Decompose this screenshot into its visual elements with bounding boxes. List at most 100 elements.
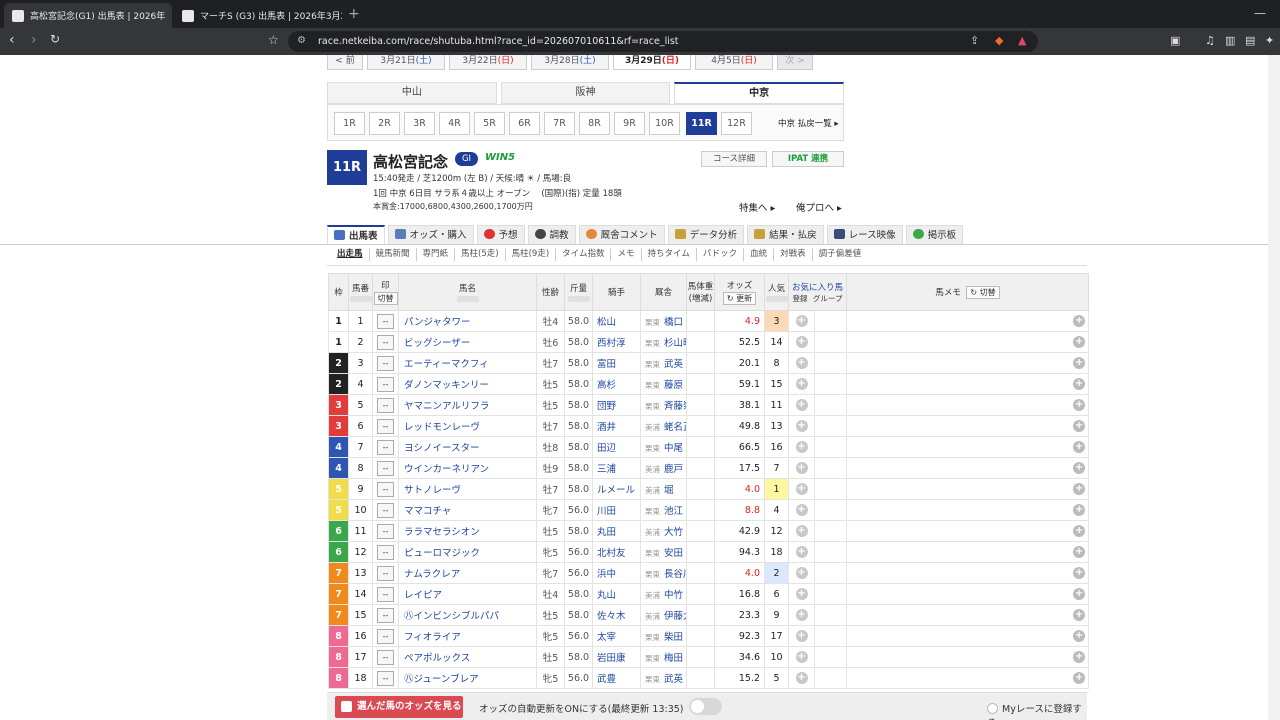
add-memo-icon[interactable]: + xyxy=(1073,399,1086,411)
mark-select[interactable]: -- xyxy=(377,439,394,455)
jockey-link[interactable]: 三浦 xyxy=(592,457,641,479)
mark-select[interactable]: -- xyxy=(377,586,394,602)
jockey-link[interactable]: 川田 xyxy=(592,499,641,521)
trainer-link[interactable]: 武英 xyxy=(664,674,683,685)
horse-name-link[interactable]: ヤマニンアルリフラ xyxy=(398,394,537,416)
horse-name-link[interactable]: ピューロマジック xyxy=(398,541,537,563)
music-icon[interactable]: ♫ xyxy=(1205,34,1215,47)
tab-data-analysis[interactable]: データ分析 xyxy=(667,225,745,245)
subtab-past5[interactable]: 馬柱(5走) xyxy=(455,248,506,261)
sort-icon[interactable] xyxy=(567,296,590,302)
leo-ai-icon[interactable]: ✦ xyxy=(1265,34,1274,47)
add-memo-icon[interactable]: + xyxy=(1073,483,1086,495)
venue-tab-nakayama[interactable]: 中山 xyxy=(327,82,497,104)
mark-select[interactable]: -- xyxy=(377,628,394,644)
jockey-link[interactable]: 富田 xyxy=(592,352,641,374)
horse-name-link[interactable]: レッドモンレーヴ xyxy=(398,415,537,437)
address-bar[interactable]: ⚙ race.netkeiba.com/race/shutuba.html?ra… xyxy=(288,31,1038,52)
mark-select[interactable]: -- xyxy=(377,418,394,434)
mark-select[interactable]: -- xyxy=(377,607,394,623)
jockey-link[interactable]: ルメール xyxy=(592,478,641,500)
horse-name-link[interactable]: ナムラクレア xyxy=(398,562,537,584)
add-favorite-icon[interactable]: + xyxy=(795,672,808,684)
jockey-link[interactable]: 団野 xyxy=(592,394,641,416)
header-weight[interactable]: 斤量 xyxy=(564,273,593,311)
mark-select[interactable]: -- xyxy=(377,565,394,581)
add-favorite-icon[interactable]: + xyxy=(795,588,808,600)
sort-icon[interactable] xyxy=(456,296,479,302)
horse-name-link[interactable]: ヨシノイースター xyxy=(398,436,537,458)
add-memo-icon[interactable]: + xyxy=(1073,336,1086,348)
add-memo-icon[interactable]: + xyxy=(1073,378,1086,390)
trainer-link[interactable]: 堀 xyxy=(664,485,674,496)
wallet-icon[interactable]: ▤ xyxy=(1245,34,1255,47)
mark-switch-button[interactable]: 切替 xyxy=(373,292,398,305)
trainer-link[interactable]: 池江 xyxy=(664,506,683,517)
close-tab-icon[interactable]: ✕ xyxy=(165,9,172,22)
add-memo-icon[interactable]: + xyxy=(1073,609,1086,621)
add-memo-icon[interactable]: + xyxy=(1073,315,1086,327)
horse-name-link[interactable]: レイピア xyxy=(398,583,537,605)
minimize-icon[interactable]: — xyxy=(1254,6,1266,20)
add-favorite-icon[interactable]: + xyxy=(795,609,808,621)
memo-switch-button[interactable]: ↻ 切替 xyxy=(966,286,1000,299)
horse-name-link[interactable]: フィオライア xyxy=(398,625,537,647)
venue-payout-list-link[interactable]: 中京 払戻一覧 ▸ xyxy=(778,117,839,129)
subtab-newspaper[interactable]: 競馬新聞 xyxy=(370,248,417,261)
add-favorite-icon[interactable]: + xyxy=(795,630,808,642)
date-tab[interactable]: 3月22日(日) xyxy=(449,55,527,70)
back-icon[interactable]: ‹ xyxy=(9,32,15,48)
race-button-5r[interactable]: 5R xyxy=(474,112,505,135)
trainer-link[interactable]: 中竹 xyxy=(664,590,683,601)
tab-shutuba[interactable]: 出馬表 xyxy=(327,225,385,245)
tab-race-video[interactable]: レース映像 xyxy=(826,225,903,245)
brave-rewards-icon[interactable]: ▲ xyxy=(1018,34,1026,47)
trainer-link[interactable]: 武英 xyxy=(664,359,683,370)
horse-name-link[interactable]: サトノレーヴ xyxy=(398,478,537,500)
tab-yoso[interactable]: 予想 xyxy=(476,225,525,245)
add-memo-icon[interactable]: + xyxy=(1073,441,1086,453)
race-button-7r[interactable]: 7R xyxy=(544,112,575,135)
tab-stable-comment[interactable]: 厩舎コメント xyxy=(578,225,665,245)
horse-name-link[interactable]: ママコチャ xyxy=(398,499,537,521)
prev-date-button[interactable]: < 前 xyxy=(327,55,363,70)
add-favorite-icon[interactable]: + xyxy=(795,504,808,516)
tab-odds[interactable]: オッズ・購入 xyxy=(387,225,474,245)
next-date-button[interactable]: 次 > xyxy=(777,55,813,70)
add-favorite-icon[interactable]: + xyxy=(795,357,808,369)
race-button-10r[interactable]: 10R xyxy=(649,112,680,135)
browser-tab-active[interactable]: 高松宮記念(G1) 出馬表 | 2026年 ✕ xyxy=(4,3,172,28)
header-popularity[interactable]: 人気 xyxy=(764,273,789,311)
add-memo-icon[interactable]: + xyxy=(1073,567,1086,579)
date-tab[interactable]: 3月28日(土) xyxy=(531,55,609,70)
race-button-9r[interactable]: 9R xyxy=(614,112,645,135)
auto-update-toggle[interactable] xyxy=(689,698,722,715)
add-memo-icon[interactable]: + xyxy=(1073,546,1086,558)
mark-select[interactable]: -- xyxy=(377,313,394,329)
sort-icon[interactable] xyxy=(765,296,788,302)
subtab-entries[interactable]: 出走馬 xyxy=(331,248,370,261)
course-detail-button[interactable]: コース詳細 xyxy=(701,151,767,167)
mark-select[interactable]: -- xyxy=(377,460,394,476)
trainer-link[interactable]: 杉山晴 xyxy=(664,338,686,349)
tab-training[interactable]: 調教 xyxy=(527,225,576,245)
add-memo-icon[interactable]: + xyxy=(1073,420,1086,432)
add-memo-icon[interactable]: + xyxy=(1073,630,1086,642)
trainer-link[interactable]: 安田 xyxy=(664,548,683,559)
jockey-link[interactable]: 酒井 xyxy=(592,415,641,437)
horse-name-link[interactable]: ビッグシーザー xyxy=(398,331,537,353)
horse-name-link[interactable]: ララマセラシオン xyxy=(398,520,537,542)
jockey-link[interactable]: 岩田康 xyxy=(592,646,641,668)
add-memo-icon[interactable]: + xyxy=(1073,651,1086,663)
horse-name-link[interactable]: ウインカーネリアン xyxy=(398,457,537,479)
trainer-link[interactable]: 斉藤崇 xyxy=(664,401,686,412)
add-memo-icon[interactable]: + xyxy=(1073,357,1086,369)
add-favorite-icon[interactable]: + xyxy=(795,315,808,327)
horse-name-link[interactable]: パンジャタワー xyxy=(398,310,537,332)
reload-icon[interactable]: ↻ xyxy=(50,32,60,46)
page-scrollbar[interactable] xyxy=(1268,55,1280,720)
mark-select[interactable]: -- xyxy=(377,544,394,560)
ore-pro-link[interactable]: 俺プロへ ▸ xyxy=(796,200,842,214)
add-memo-icon[interactable]: + xyxy=(1073,462,1086,474)
horse-name-link[interactable]: ダノンマッキンリー xyxy=(398,373,537,395)
